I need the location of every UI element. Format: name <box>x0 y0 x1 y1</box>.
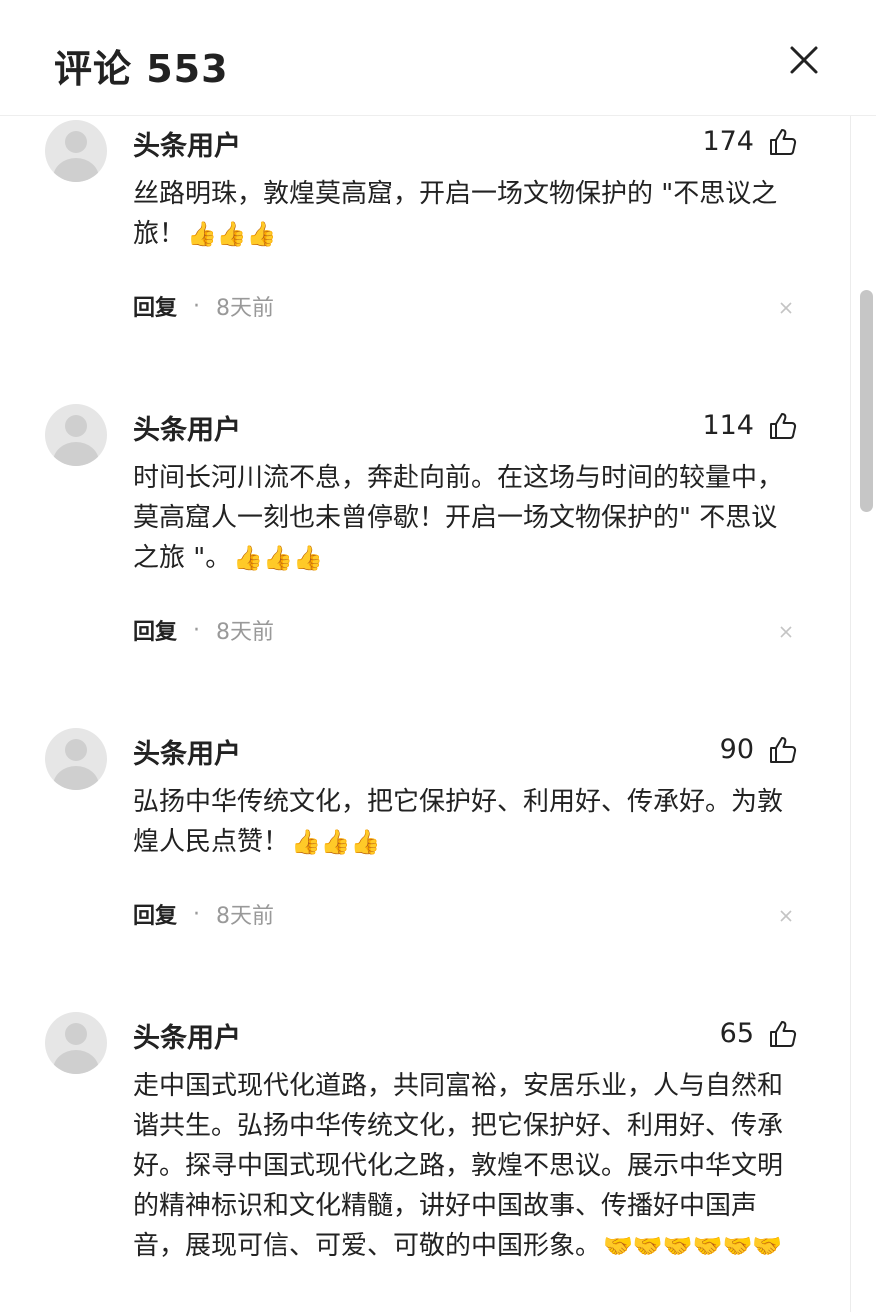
comment-username[interactable]: 头条用户 <box>133 732 241 771</box>
thumbs-up-emoji: 👍👍👍 <box>187 220 277 248</box>
dismiss-icon[interactable] <box>778 300 794 316</box>
avatar[interactable] <box>45 1012 107 1074</box>
dismiss-icon[interactable] <box>778 624 794 640</box>
comment-time: 8天前 <box>216 904 275 929</box>
like-count: 174 <box>702 126 754 157</box>
thumbs-up-icon[interactable] <box>768 411 798 441</box>
comment-time: 8天前 <box>216 296 275 321</box>
separator-dot: · <box>193 293 201 319</box>
like-count: 65 <box>719 1018 754 1049</box>
comment-text: 走中国式现代化道路，共同富裕，安居乐业，人与自然和谐共生。弘扬中华传统文化，把它… <box>133 1066 803 1266</box>
comment-username[interactable]: 头条用户 <box>133 124 241 163</box>
like-count: 90 <box>719 734 754 765</box>
comment-username[interactable]: 头条用户 <box>133 408 241 447</box>
comment-text-content: 弘扬中华传统文化，把它保护好、利用好、传承好。为敦煌人民点赞！ <box>133 787 784 857</box>
scrollbar-track[interactable] <box>850 116 876 1312</box>
thumbs-up-emoji: 👍👍👍 <box>233 544 323 572</box>
reply-button[interactable]: 回复 <box>133 614 177 646</box>
close-icon[interactable] <box>784 40 824 80</box>
like-count: 114 <box>702 410 754 441</box>
comment-username[interactable]: 头条用户 <box>133 1016 241 1055</box>
thumbs-up-emoji: 👍👍👍 <box>291 828 381 856</box>
avatar[interactable] <box>45 728 107 790</box>
like-button[interactable]: 174 <box>702 126 798 157</box>
reply-button[interactable]: 回复 <box>133 290 177 322</box>
comment-list[interactable]: 头条用户 174 丝路明珠，敦煌莫高窟，开启一场文物保护的 "不思议之旅！👍👍👍… <box>0 116 850 1312</box>
like-button[interactable]: 114 <box>702 410 798 441</box>
thumbs-up-icon[interactable] <box>768 735 798 765</box>
page-title: 评论 553 <box>54 47 229 91</box>
comment-meta: 回复 · 8天前 <box>133 898 274 930</box>
reply-button[interactable]: 回复 <box>133 898 177 930</box>
like-button[interactable]: 65 <box>720 1018 798 1049</box>
comment-text-content: 时间长河川流不息，奔赴向前。在这场与时间的较量中，莫高窟人一刻也未曾停歇！开启一… <box>133 463 784 573</box>
comment-text: 弘扬中华传统文化，把它保护好、利用好、传承好。为敦煌人民点赞！👍👍👍 <box>133 782 803 862</box>
comment-text: 时间长河川流不息，奔赴向前。在这场与时间的较量中，莫高窟人一刻也未曾停歇！开启一… <box>133 458 803 578</box>
dismiss-icon[interactable] <box>778 908 794 924</box>
comment-meta: 回复 · 8天前 <box>133 614 274 646</box>
comment-meta: 回复 · 8天前 <box>133 290 274 322</box>
comments-header: 评论 553 <box>0 0 876 116</box>
avatar[interactable] <box>45 404 107 466</box>
like-button[interactable]: 90 <box>720 734 798 765</box>
handshake-emoji: 🤝🤝🤝🤝🤝🤝 <box>603 1232 783 1260</box>
separator-dot: · <box>193 901 201 927</box>
thumbs-up-icon[interactable] <box>768 1019 798 1049</box>
comment-text: 丝路明珠，敦煌莫高窟，开启一场文物保护的 "不思议之旅！👍👍👍 <box>133 174 803 254</box>
scrollbar-thumb[interactable] <box>860 290 873 512</box>
thumbs-up-icon[interactable] <box>768 127 798 157</box>
avatar[interactable] <box>45 120 107 182</box>
comment-time: 8天前 <box>216 620 275 645</box>
separator-dot: · <box>193 617 201 643</box>
